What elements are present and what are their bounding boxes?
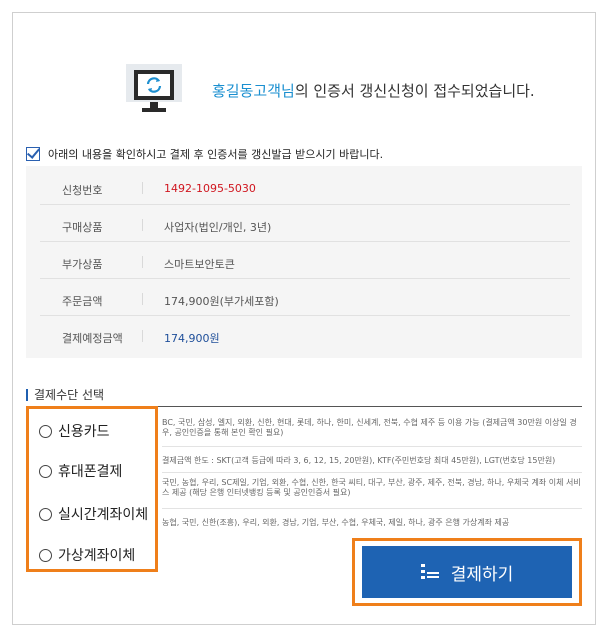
completion-message: 홍길동고객님의 인증서 갱신신청이 접수되었습니다.: [212, 80, 535, 101]
method-mobile[interactable]: 휴대폰결제: [39, 461, 122, 481]
radio-virtual-account[interactable]: [39, 548, 52, 562]
radio-realtime-transfer[interactable]: [39, 507, 52, 521]
method-label: 가상계좌이체: [58, 548, 136, 564]
row-divider: [142, 182, 143, 194]
row-label: 신청번호: [62, 184, 103, 197]
method-desc-virtual-account: 농협, 국민, 신한(조흥), 우리, 외환, 경남, 기업, 부산, 수협, …: [162, 518, 510, 527]
row-label: 부가상품: [62, 258, 103, 271]
pay-button[interactable]: 결제하기: [362, 546, 572, 598]
pay-button-label: 결제하기: [450, 564, 514, 584]
order-row-product: 구매상품 사업자(법인/개인, 3년): [40, 209, 570, 242]
addon-value: 스마트보안토큰: [164, 258, 235, 271]
radio-credit-card[interactable]: [39, 424, 52, 438]
payment-method-group: 신용카드 휴대폰결제 실시간계좌이체 가상계좌이체: [26, 406, 158, 572]
method-credit-card[interactable]: 신용카드: [39, 421, 110, 441]
order-row-payment-amount: 결제예정금액 174,900원: [40, 320, 570, 352]
row-divider: [162, 508, 582, 509]
method-label: 신용카드: [58, 424, 110, 440]
order-info-box: 신청번호 1492-1095-5030 구매상품 사업자(법인/개인, 3년) …: [26, 166, 582, 358]
row-divider: [162, 472, 582, 473]
row-divider: [142, 330, 143, 342]
payment-list-icon: [420, 564, 439, 579]
row-label: 구매상품: [62, 221, 103, 234]
payment-amount: 174,900원: [164, 332, 220, 345]
method-desc-mobile: 결제금액 한도 : SKT(고객 등급에 따라 3, 6, 12, 15, 20…: [162, 456, 556, 465]
row-divider: [162, 446, 582, 447]
completion-text: 의 인증서 갱신신청이 접수되었습니다.: [294, 82, 535, 100]
method-label: 실시간계좌이체: [58, 507, 149, 523]
row-label: 주문금액: [62, 295, 103, 308]
order-row-addon: 부가상품 스마트보안토큰: [40, 246, 570, 279]
product-value: 사업자(법인/개인, 3년): [164, 221, 272, 234]
order-row-application-no: 신청번호 1492-1095-5030: [40, 172, 570, 205]
row-divider: [142, 256, 143, 268]
application-number: 1492-1095-5030: [164, 182, 256, 195]
checkmark-icon: [26, 147, 40, 161]
method-desc-realtime-transfer: 국민, 농협, 우리, SC제일, 기업, 외환, 수협, 신한, 한국 씨티,…: [162, 478, 581, 497]
certificate-renew-icon: [126, 64, 182, 112]
radio-mobile[interactable]: [39, 464, 52, 478]
payment-section-title: 결제수단 선택: [26, 386, 104, 403]
row-divider: [142, 293, 143, 305]
row-label: 결제예정금액: [62, 332, 123, 345]
method-desc-credit-card: BC, 국민, 삼성, 엘지, 외환, 신한, 현대, 롯데, 하나, 한미, …: [162, 418, 577, 437]
customer-name: 홍길동고객님: [212, 82, 295, 100]
order-row-amount: 주문금액 174,900원(부가세포함): [40, 283, 570, 316]
row-divider: [142, 219, 143, 231]
notice-text: 아래의 내용을 확인하시고 결제 후 인증서를 갱신발급 받으시기 바랍니다.: [48, 148, 384, 161]
notice: 아래의 내용을 확인하시고 결제 후 인증서를 갱신발급 받으시기 바랍니다.: [26, 146, 383, 162]
payment-title-text: 결제수단 선택: [34, 388, 105, 402]
method-virtual-account[interactable]: 가상계좌이체: [39, 545, 135, 565]
order-amount: 174,900원(부가세포함): [164, 295, 279, 308]
method-realtime-transfer[interactable]: 실시간계좌이체: [39, 504, 148, 524]
method-label: 휴대폰결제: [58, 464, 123, 480]
title-bar: [26, 388, 28, 401]
